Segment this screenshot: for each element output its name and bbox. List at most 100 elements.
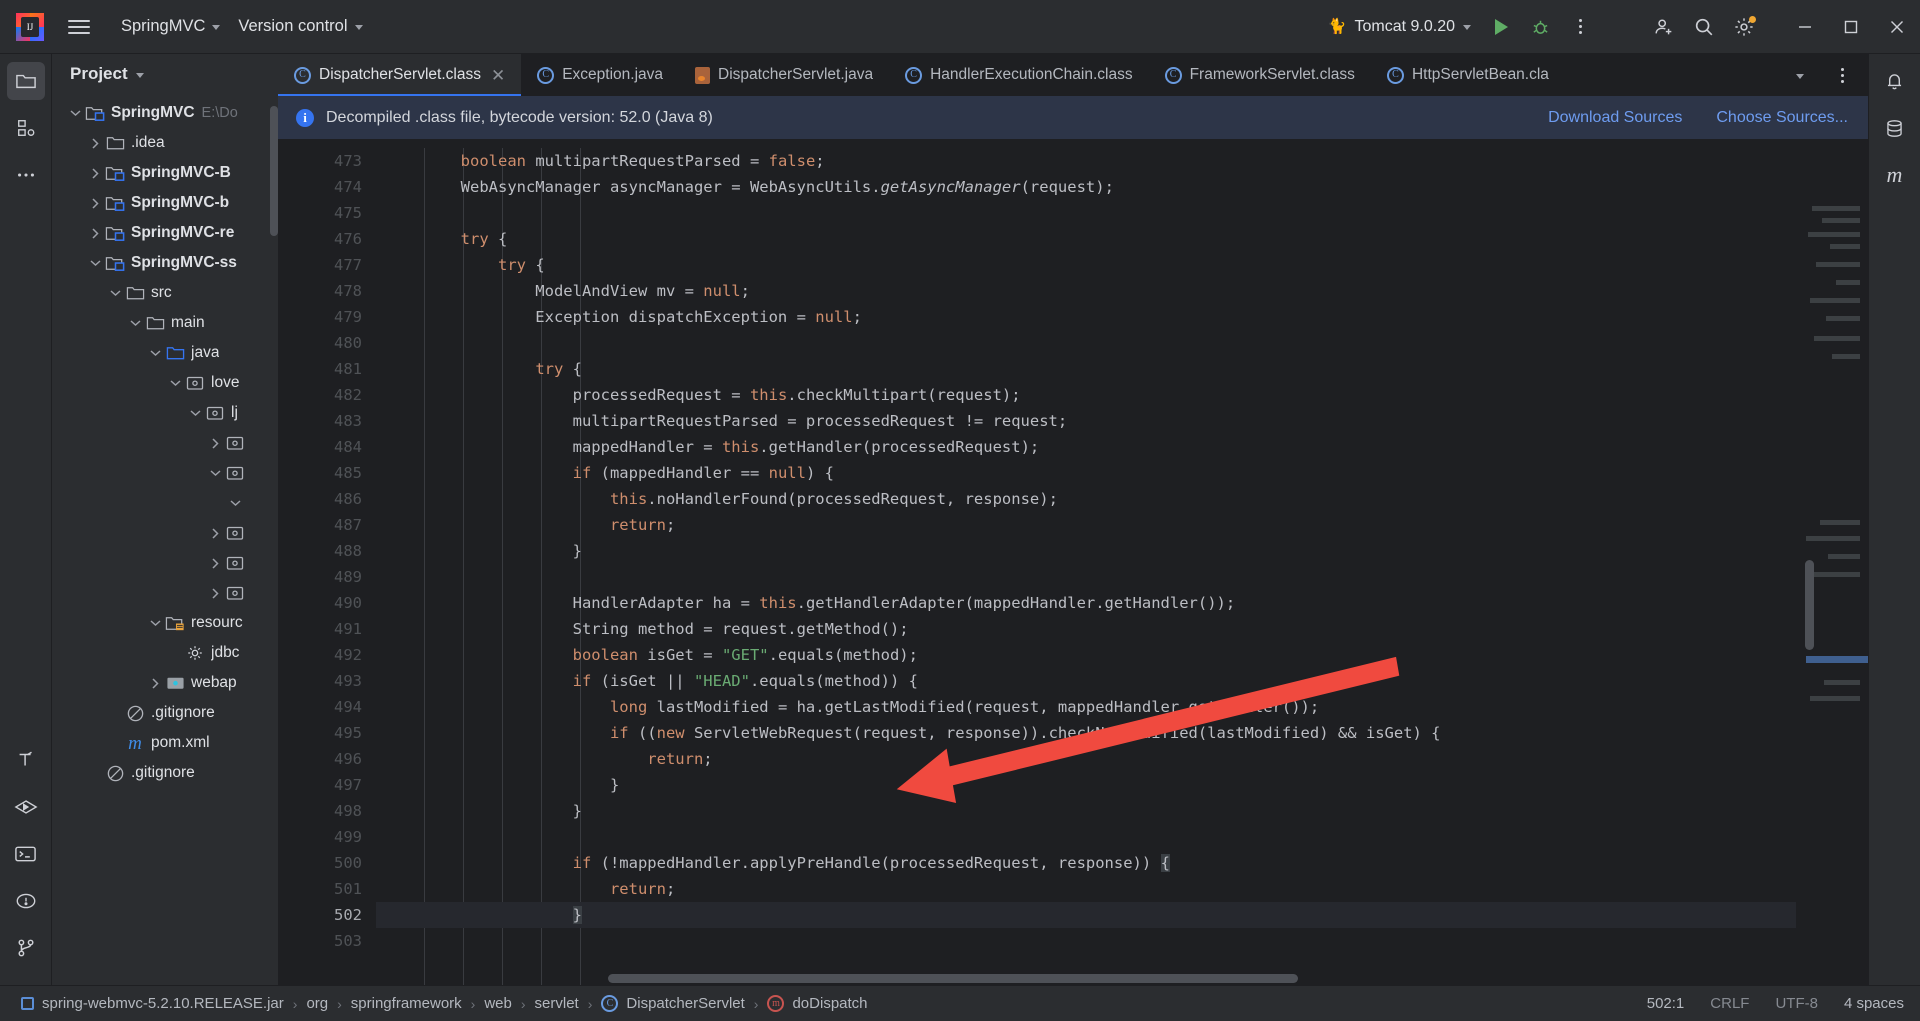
code-line[interactable]	[376, 928, 1868, 954]
code-line[interactable]: return;	[376, 512, 1868, 538]
code-line[interactable]: try {	[376, 226, 1868, 252]
code-line[interactable]	[376, 824, 1868, 850]
tree-node-springmvc-b[interactable]: SpringMVC-b	[52, 188, 278, 218]
line-number[interactable]: 480	[278, 330, 376, 356]
breadcrumb-item-servlet[interactable]: servlet	[530, 993, 584, 1014]
minimize-window-button[interactable]	[1782, 0, 1828, 54]
line-number[interactable]: 476	[278, 226, 376, 252]
line-number[interactable]: 500	[278, 850, 376, 876]
breadcrumb-item-dispatcherservlet[interactable]: C DispatcherServlet	[596, 993, 749, 1014]
tree-node-gitignore[interactable]: .gitignore	[52, 758, 278, 788]
more-tool-windows-button[interactable]	[7, 156, 45, 194]
close-tab-icon[interactable]: ✕	[491, 67, 505, 84]
breadcrumb-item-spring-webmvc-5-2-10-release-jar[interactable]: spring-webmvc-5.2.10.RELEASE.jar	[16, 993, 289, 1014]
code-line[interactable]: try {	[376, 252, 1868, 278]
line-number-gutter[interactable]: 473 474 475 476 477 478 479 480 481 482 483 484 485 4…	[278, 140, 376, 985]
tree-node-love[interactable]: love	[52, 368, 278, 398]
editor-tab-dispatcherservlet-java[interactable]: DispatcherServlet.java	[679, 54, 889, 96]
tree-node[interactable]	[52, 488, 278, 518]
database-tool-window-button[interactable]	[1876, 109, 1914, 147]
caret-position[interactable]: 502:1	[1647, 995, 1685, 1012]
code-line[interactable]: return;	[376, 746, 1868, 772]
problems-tool-window-button[interactable]	[7, 882, 45, 920]
tab-options-button[interactable]	[1825, 58, 1859, 92]
version-control-tool-window-button[interactable]	[7, 929, 45, 967]
code-line[interactable]: if ((new ServletWebRequest(request, resp…	[376, 720, 1868, 746]
notifications-button[interactable]	[1876, 62, 1914, 100]
maven-tool-window-button[interactable]: m	[1876, 156, 1914, 194]
build-tool-window-button[interactable]	[7, 741, 45, 779]
line-number[interactable]: 483	[278, 408, 376, 434]
code-line[interactable]: String method = request.getMethod();	[376, 616, 1868, 642]
line-number[interactable]: 488	[278, 538, 376, 564]
line-number[interactable]: 499	[278, 824, 376, 850]
line-number[interactable]: 491	[278, 616, 376, 642]
code-line[interactable]: boolean multipartRequestParsed = false;	[376, 148, 1868, 174]
line-separator[interactable]: CRLF	[1710, 995, 1749, 1012]
maximize-window-button[interactable]	[1828, 0, 1874, 54]
line-number[interactable]: 497	[278, 772, 376, 798]
download-sources-link[interactable]: Download Sources	[1548, 109, 1682, 127]
tree-node-springmvc-b[interactable]: SpringMVC-B	[52, 158, 278, 188]
project-tree[interactable]: SpringMVC E:\Do .idea SpringMVC-B SpringMVC-…	[52, 94, 278, 985]
chevron-right-icon[interactable]	[86, 227, 104, 239]
tree-node-springmvc-re[interactable]: SpringMVC-re	[52, 218, 278, 248]
line-number[interactable]: 477	[278, 252, 376, 278]
line-number[interactable]: 474	[278, 174, 376, 200]
structure-tool-window-button[interactable]	[7, 109, 45, 147]
code-line[interactable]: return;	[376, 876, 1868, 902]
code-editor[interactable]: 473 474 475 476 477 478 479 480 481 482 483 484 485 4…	[278, 140, 1868, 985]
tree-node-idea[interactable]: .idea	[52, 128, 278, 158]
code-line[interactable]: }	[376, 772, 1868, 798]
code-line[interactable]: if (mappedHandler == null) {	[376, 460, 1868, 486]
terminal-tool-window-button[interactable]	[7, 835, 45, 873]
run-tool-window-button[interactable]	[7, 788, 45, 826]
project-name-button[interactable]: SpringMVC	[112, 12, 229, 41]
code-line[interactable]: if (!mappedHandler.applyPreHandle(proces…	[376, 850, 1868, 876]
chevron-down-icon[interactable]	[206, 469, 224, 477]
line-number[interactable]: 501	[278, 876, 376, 902]
code-line[interactable]: long lastModified = ha.getLastModified(r…	[376, 694, 1868, 720]
editor-tab-exception-java[interactable]: C Exception.java	[521, 54, 679, 96]
code-line[interactable]: boolean isGet = "GET".equals(method);	[376, 642, 1868, 668]
debug-button[interactable]	[1523, 10, 1557, 44]
line-number[interactable]: 502	[278, 902, 376, 928]
line-number[interactable]: 495	[278, 720, 376, 746]
line-number[interactable]: 479	[278, 304, 376, 330]
line-number[interactable]: 498	[278, 798, 376, 824]
project-tool-window-button[interactable]	[6, 62, 45, 100]
code-line[interactable]: WebAsyncManager asyncManager = WebAsyncU…	[376, 174, 1868, 200]
chevron-down-icon[interactable]	[66, 109, 84, 117]
code-line[interactable]: this.noHandlerFound(processedRequest, re…	[376, 486, 1868, 512]
code-line[interactable]: multipartRequestParsed = processedReques…	[376, 408, 1868, 434]
code-line[interactable]: if (isGet || "HEAD".equals(method)) {	[376, 668, 1868, 694]
tree-node[interactable]	[52, 458, 278, 488]
editor-tab-handlerexecutionchain-class[interactable]: C HandlerExecutionChain.class	[889, 54, 1148, 96]
tree-node[interactable]	[52, 428, 278, 458]
tree-node-webap[interactable]: webap	[52, 668, 278, 698]
tree-node-lj[interactable]: lj	[52, 398, 278, 428]
editor-tab-dispatcherservlet-class[interactable]: C DispatcherServlet.class ✕	[278, 54, 522, 96]
line-number[interactable]: 496	[278, 746, 376, 772]
line-number[interactable]: 489	[278, 564, 376, 590]
tree-node[interactable]	[52, 518, 278, 548]
chevron-down-icon[interactable]	[135, 72, 144, 78]
breadcrumb-item-dodispatch[interactable]: m doDispatch	[762, 993, 872, 1014]
code-line[interactable]: }	[376, 798, 1868, 824]
chevron-down-icon[interactable]	[186, 409, 204, 417]
editor-tab-httpservletbean-cla[interactable]: C HttpServletBean.cla	[1371, 54, 1565, 96]
line-number[interactable]: 473	[278, 148, 376, 174]
chevron-down-icon[interactable]	[86, 259, 104, 267]
breadcrumb-item-org[interactable]: org	[301, 993, 333, 1014]
chevron-down-icon[interactable]	[146, 349, 164, 357]
search-button[interactable]	[1687, 10, 1721, 44]
line-number[interactable]: 493	[278, 668, 376, 694]
chevron-down-icon[interactable]	[146, 619, 164, 627]
editor-tab-frameworkservlet-class[interactable]: C FrameworkServlet.class	[1149, 54, 1371, 96]
chevron-down-icon[interactable]	[226, 499, 244, 507]
file-encoding[interactable]: UTF-8	[1775, 995, 1818, 1012]
line-number[interactable]: 490	[278, 590, 376, 616]
editor-vertical-scrollbar[interactable]	[1805, 560, 1814, 650]
tree-node-pom-xml[interactable]: m pom.xml	[52, 728, 278, 758]
code-content[interactable]: boolean multipartRequestParsed = false; …	[376, 140, 1868, 985]
